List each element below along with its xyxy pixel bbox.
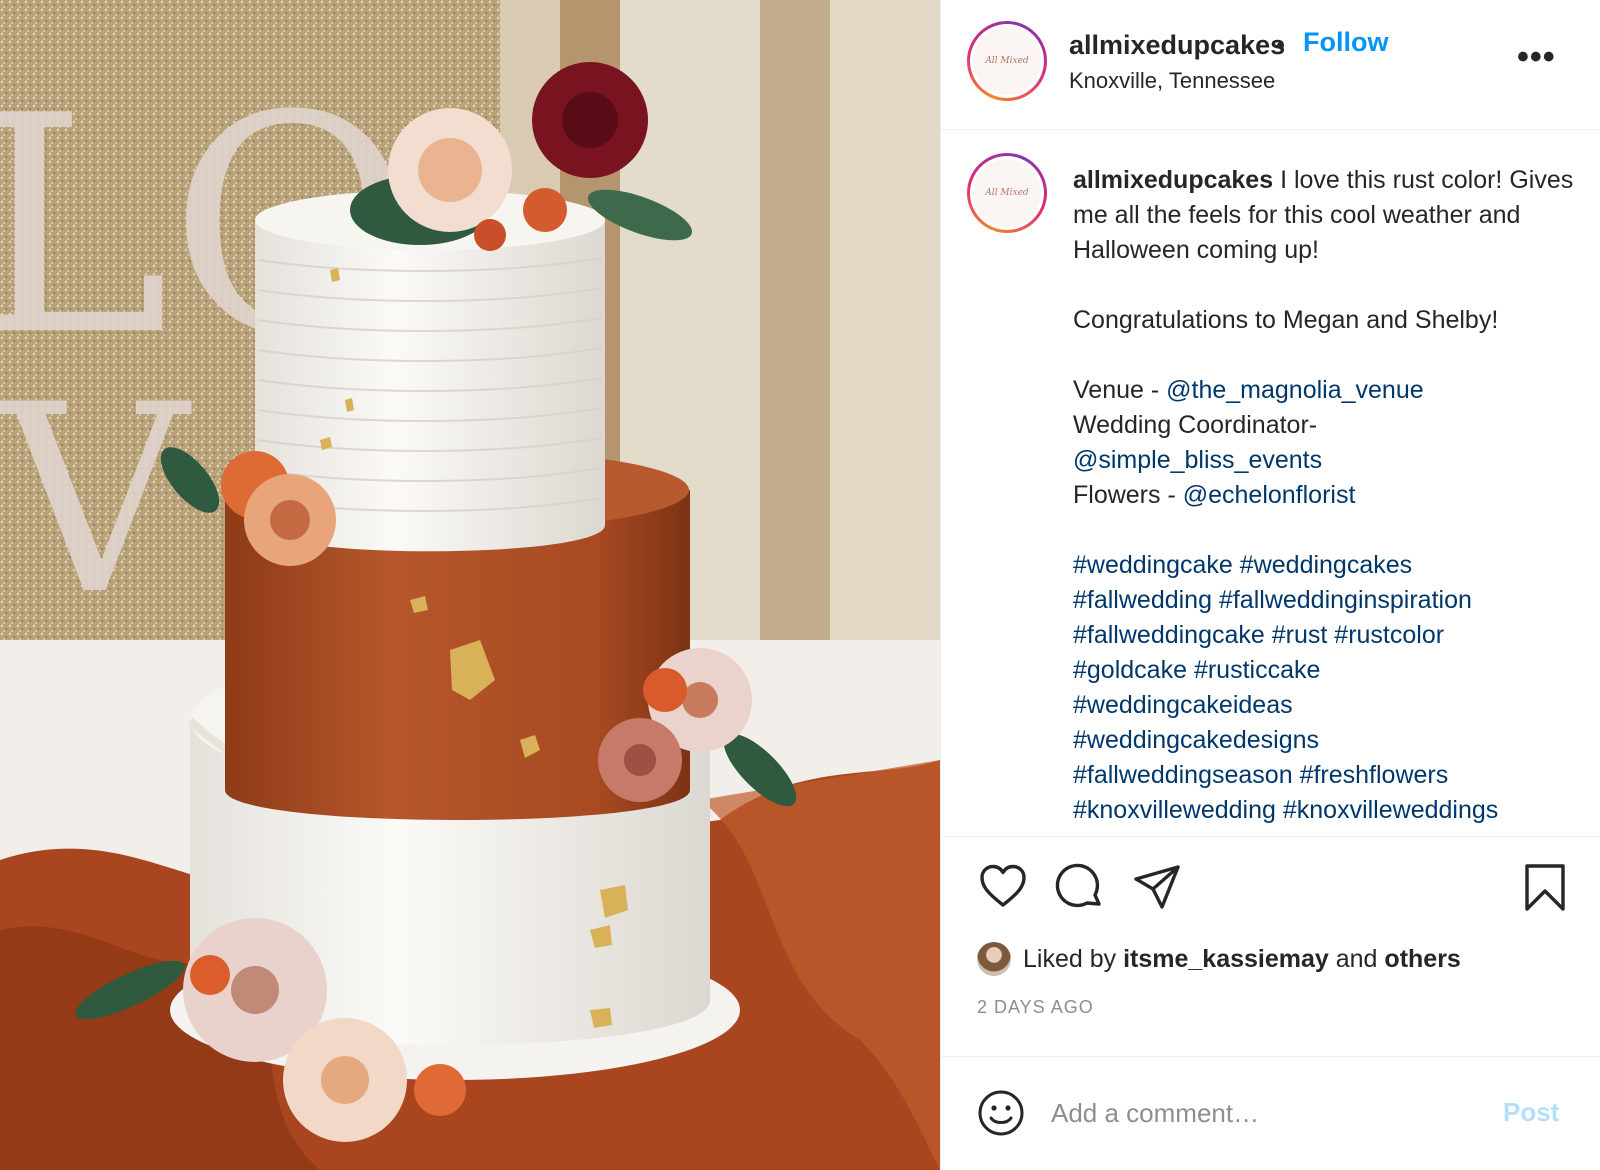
hashtag-link[interactable]: #weddingcake bbox=[1073, 551, 1233, 579]
florist-mention-link[interactable]: @echelonflorist bbox=[1183, 481, 1356, 509]
hashtag-link[interactable]: #fallweddingseason bbox=[1073, 761, 1293, 789]
comment-bar: Post bbox=[941, 1056, 1600, 1170]
liked-prefix: Liked by bbox=[1023, 944, 1117, 973]
hashtag-link[interactable]: #goldcake bbox=[1073, 656, 1187, 684]
hashtag-link[interactable]: #rust bbox=[1272, 621, 1328, 649]
venue-label: Venue - bbox=[1073, 376, 1167, 404]
post-header: All Mixed allmixedupcakes • Follow Knoxv… bbox=[941, 0, 1600, 130]
post-comment-button[interactable]: Post bbox=[1503, 1097, 1559, 1128]
hashtag-link[interactable]: #rustcolor bbox=[1334, 621, 1444, 649]
flowers-label: Flowers - bbox=[1073, 481, 1183, 509]
wedding-cake-image: LO V bbox=[0, 0, 940, 1170]
hashtag-link[interactable]: #fallweddinginspiration bbox=[1219, 586, 1472, 614]
others-link[interactable]: others bbox=[1384, 945, 1460, 974]
heart-icon[interactable] bbox=[979, 863, 1027, 914]
hashtag-link[interactable]: #knoxvillewedding bbox=[1073, 796, 1276, 824]
liker-avatar[interactable] bbox=[977, 942, 1011, 976]
backdrop-letters-v: V bbox=[0, 350, 195, 652]
hashtag-link[interactable]: #freshflowers bbox=[1300, 761, 1449, 789]
hashtag-link[interactable]: #fallweddingcake bbox=[1073, 621, 1265, 649]
liked-and: and bbox=[1335, 944, 1378, 973]
hashtag-link[interactable]: #weddingcakedesigns bbox=[1073, 726, 1319, 754]
emoji-icon[interactable] bbox=[977, 1089, 1025, 1142]
comment-icon[interactable] bbox=[1055, 863, 1103, 916]
caption-username[interactable]: allmixedupcakes bbox=[1073, 166, 1273, 194]
avatar[interactable]: All Mixed bbox=[967, 21, 1047, 101]
separator-dot: • bbox=[1276, 30, 1286, 60]
follow-button[interactable]: Follow bbox=[1303, 27, 1388, 58]
location-link[interactable]: Knoxville, Tennessee bbox=[1069, 68, 1275, 94]
hashtag-link[interactable]: #weddingcakeideas bbox=[1073, 691, 1293, 719]
caption-avatar[interactable]: All Mixed bbox=[967, 153, 1047, 233]
venue-mention-link[interactable]: @the_magnolia_venue bbox=[1166, 376, 1424, 404]
liker-username[interactable]: itsme_kassiemay bbox=[1123, 945, 1329, 974]
coordinator-label: Wedding Coordinator- bbox=[1073, 411, 1318, 439]
caption-text: allmixedupcakes I love this rust color! … bbox=[1073, 163, 1583, 828]
hashtag-link[interactable]: #fallwedding bbox=[1073, 586, 1212, 614]
brand-logo-icon: All Mixed bbox=[973, 27, 1041, 95]
hashtag-link[interactable]: #weddingcakes bbox=[1240, 551, 1412, 579]
caption-area: All Mixed allmixedupcakes I love this ru… bbox=[941, 131, 1600, 836]
more-options-icon[interactable]: ••• bbox=[1517, 40, 1556, 74]
username[interactable]: allmixedupcakes bbox=[1069, 30, 1285, 61]
post-actions: Liked by itsme_kassiemay and others 2 DA… bbox=[941, 836, 1600, 1056]
post-photo[interactable]: LO V bbox=[0, 0, 940, 1170]
coordinator-mention-link[interactable]: @simple_bliss_events bbox=[1073, 446, 1322, 474]
caption-line-2: Congratulations to Megan and Shelby! bbox=[1073, 306, 1499, 334]
hashtag-link[interactable]: #rusticcake bbox=[1194, 656, 1320, 684]
bookmark-icon[interactable] bbox=[1523, 863, 1567, 918]
brand-logo-icon: All Mixed bbox=[973, 159, 1041, 227]
hashtag-link[interactable]: #knoxvilleweddings bbox=[1283, 796, 1498, 824]
post-side-panel: All Mixed allmixedupcakes • Follow Knoxv… bbox=[940, 0, 1600, 1170]
post-timestamp[interactable]: 2 DAYS AGO bbox=[977, 997, 1094, 1018]
likes-summary: Liked by itsme_kassiemay and others bbox=[977, 942, 1461, 976]
paper-plane-icon[interactable] bbox=[1133, 863, 1181, 916]
comment-input[interactable] bbox=[1051, 1091, 1481, 1135]
